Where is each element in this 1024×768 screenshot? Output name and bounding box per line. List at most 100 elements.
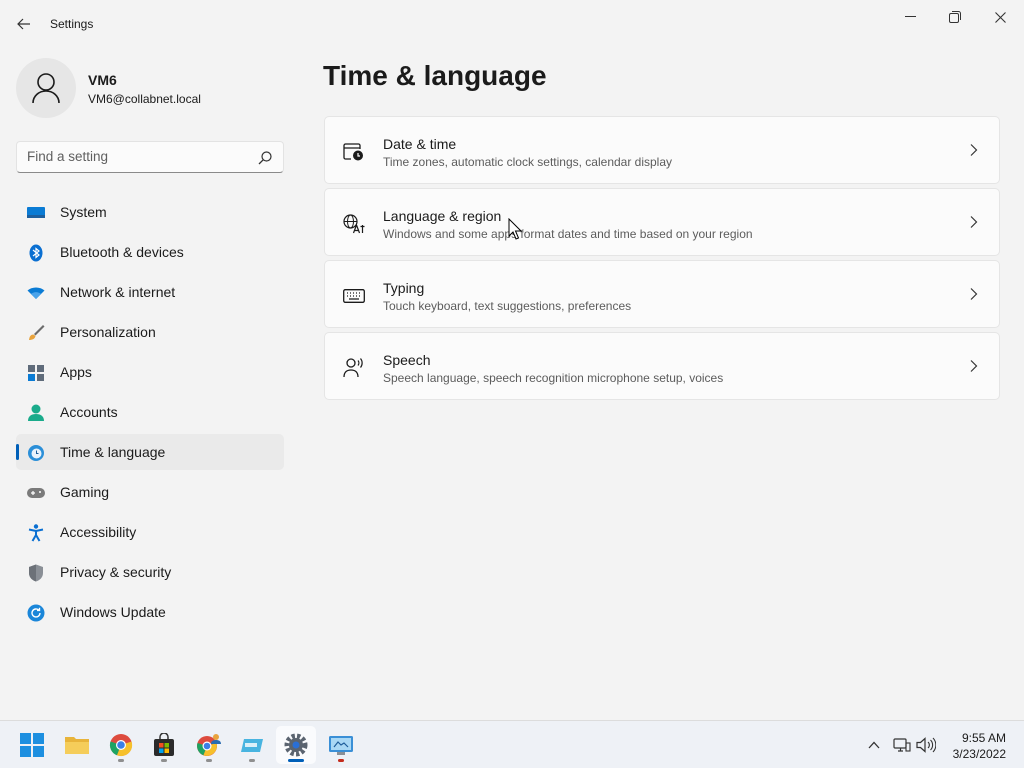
close-button[interactable] — [978, 4, 1022, 30]
file-explorer-icon — [65, 737, 89, 754]
chevron-right-icon — [970, 288, 978, 300]
mouse-cursor-icon — [508, 218, 522, 240]
card-title: Speech — [383, 352, 431, 368]
start-button[interactable] — [12, 726, 52, 764]
search-icon[interactable] — [257, 150, 273, 166]
sidebar-item-time-language[interactable]: Time & language — [16, 434, 284, 470]
active-indicator — [288, 759, 304, 762]
restore-icon — [949, 11, 961, 23]
card-subtitle: Touch keyboard, text suggestions, prefer… — [383, 299, 632, 313]
card-speech[interactable]: Speech Speech language, speech recogniti… — [324, 332, 1000, 400]
clock-date: 3/23/2022 — [952, 747, 1006, 761]
sidebar-item-apps[interactable]: Apps — [16, 354, 284, 390]
user-profile[interactable]: VM6 VM6@collabnet.local — [16, 58, 286, 118]
wifi-icon — [27, 284, 45, 302]
running-indicator — [118, 759, 124, 762]
language-icon — [343, 213, 365, 235]
title-bar: Settings — [0, 0, 1024, 48]
app-title: Settings — [50, 17, 94, 31]
tray-volume-button[interactable] — [916, 735, 936, 755]
taskbar-clock[interactable]: 9:55 AM 3/23/2022 — [953, 730, 1006, 762]
accessibility-icon — [27, 524, 45, 542]
update-icon — [27, 604, 45, 622]
bluetooth-icon — [27, 244, 45, 262]
restore-button[interactable] — [933, 4, 977, 30]
brush-icon — [27, 324, 45, 342]
sidebar-item-personalization[interactable]: Personalization — [16, 314, 284, 350]
profile-email: VM6@collabnet.local — [88, 92, 201, 106]
back-button[interactable] — [10, 10, 38, 38]
running-indicator — [161, 759, 167, 762]
time-language-icon — [27, 444, 45, 462]
system-icon — [27, 204, 45, 222]
running-indicator — [249, 759, 255, 762]
sidebar-item-privacy[interactable]: Privacy & security — [16, 554, 284, 590]
settings-cards: Date & time Time zones, automatic clock … — [324, 116, 1000, 404]
accounts-icon — [27, 404, 45, 422]
search-input[interactable] — [27, 149, 247, 164]
volume-icon — [916, 737, 936, 753]
taskbar-chrome-profile[interactable] — [189, 726, 229, 764]
chevron-right-icon — [970, 216, 978, 228]
tray-network-button[interactable] — [892, 735, 912, 755]
sidebar-item-accounts[interactable]: Accounts — [16, 394, 284, 430]
card-title: Date & time — [383, 136, 457, 152]
card-date-time[interactable]: Date & time Time zones, automatic clock … — [324, 116, 1000, 184]
chevron-right-icon — [970, 144, 978, 156]
keyboard-icon — [343, 285, 365, 307]
sidebar-item-accessibility[interactable]: Accessibility — [16, 514, 284, 550]
gamepad-icon — [27, 484, 45, 502]
network-icon — [893, 738, 911, 752]
chrome-profile-icon — [197, 734, 221, 756]
close-icon — [994, 11, 1006, 23]
clock-time: 9:55 AM — [961, 731, 1006, 745]
sidebar-item-label: Apps — [60, 364, 92, 380]
taskbar-chrome[interactable] — [101, 726, 141, 764]
calendar-clock-icon — [343, 141, 365, 163]
card-language-region[interactable]: Language & region Windows and some apps … — [324, 188, 1000, 256]
chrome-icon — [109, 734, 133, 757]
sidebar-item-system[interactable]: System — [16, 194, 284, 230]
taskbar-settings[interactable] — [276, 726, 316, 764]
speech-icon — [343, 357, 365, 379]
card-title: Typing — [383, 280, 425, 296]
sidebar-item-windows-update[interactable]: Windows Update — [16, 594, 284, 630]
start-icon — [20, 733, 44, 757]
sidebar-item-network[interactable]: Network & internet — [16, 274, 284, 310]
profile-name: VM6 — [88, 72, 117, 88]
sidebar-item-label: Personalization — [60, 324, 156, 340]
back-arrow-icon — [17, 18, 30, 30]
sidebar-item-label: Gaming — [60, 484, 110, 500]
card-subtitle: Speech language, speech recognition micr… — [383, 371, 724, 385]
taskbar-storage[interactable] — [232, 726, 272, 764]
apps-icon — [27, 364, 45, 382]
chevron-up-icon — [868, 741, 880, 749]
sidebar-item-gaming[interactable]: Gaming — [16, 474, 284, 510]
tray-overflow-button[interactable] — [864, 735, 884, 755]
remote-desktop-icon — [329, 736, 353, 755]
avatar — [16, 58, 76, 118]
card-title: Language & region — [383, 208, 502, 224]
sidebar-nav: System Bluetooth & devices Network & int… — [16, 194, 284, 634]
sidebar-item-label: Accessibility — [60, 524, 137, 540]
running-indicator — [338, 759, 344, 762]
user-icon — [32, 73, 60, 104]
search-box[interactable] — [16, 141, 284, 173]
taskbar: 9:55 AM 3/23/2022 — [0, 720, 1024, 768]
taskbar-store[interactable] — [144, 726, 184, 764]
taskbar-remote-desktop[interactable] — [321, 726, 361, 764]
running-indicator — [206, 759, 212, 762]
minimize-icon — [904, 16, 916, 17]
shield-icon — [27, 564, 45, 582]
sidebar-item-bluetooth[interactable]: Bluetooth & devices — [16, 234, 284, 270]
sidebar-item-label: Network & internet — [60, 284, 176, 300]
sidebar-item-label: Accounts — [60, 404, 118, 420]
minimize-button[interactable] — [888, 4, 932, 30]
sidebar-item-label: Time & language — [60, 444, 166, 460]
chevron-right-icon — [970, 360, 978, 372]
taskbar-file-explorer[interactable] — [57, 726, 97, 764]
sidebar-item-label: System — [60, 204, 107, 220]
settings-icon — [284, 733, 308, 757]
card-subtitle: Time zones, automatic clock settings, ca… — [383, 155, 673, 169]
card-typing[interactable]: Typing Touch keyboard, text suggestions,… — [324, 260, 1000, 328]
